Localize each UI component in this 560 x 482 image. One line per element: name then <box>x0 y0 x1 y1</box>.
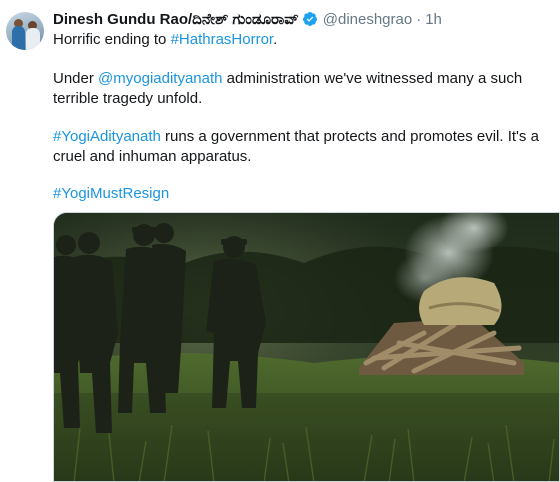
tweet-line-4: #YogiAdityanath runs a government that p… <box>53 127 539 147</box>
hashtag-link[interactable]: #YogiAdityanath <box>53 128 161 145</box>
verified-badge-icon <box>302 11 318 27</box>
tweet-line-6: #YogiMustResign <box>53 184 169 204</box>
tweet-line-2: Under @myogiadityanath administration we… <box>53 69 522 89</box>
tweet-line-5: cruel and inhuman apparatus. <box>53 147 251 167</box>
tweet-line-1: Horrific ending to #HathrasHorror. <box>53 30 277 50</box>
mention-link[interactable]: @myogiadityanath <box>98 70 222 87</box>
tweet-text: Horrific ending to <box>53 31 171 48</box>
tweet-line-3: terrible tragedy unfold. <box>53 89 202 109</box>
hashtag-link[interactable]: #HathrasHorror <box>171 31 274 48</box>
author-avatar[interactable] <box>6 12 44 50</box>
author-name[interactable]: Dinesh Gundu Rao/ದಿನೇಶ್ ಗುಂಡೂರಾವ್ <box>53 11 299 28</box>
tweet-timestamp[interactable]: 1h <box>425 11 442 28</box>
avatar-person-body <box>26 28 40 50</box>
tweet-text: . <box>273 31 278 48</box>
author-handle[interactable]: @dineshgrao <box>323 11 412 28</box>
tweet-media-image[interactable] <box>53 212 560 482</box>
tweet-text: administration we've witnessed many a su… <box>222 70 523 87</box>
tweet-text: cruel and inhuman apparatus. <box>53 148 252 165</box>
tweet-text: terrible tragedy unfold. <box>53 90 203 107</box>
night-cremation-photo <box>54 213 559 481</box>
tweet-text: Under <box>53 70 99 87</box>
avatar-person-body <box>12 26 25 50</box>
tweet-header: Dinesh Gundu Rao/ದಿನೇಶ್ ಗುಂಡೂರಾವ್ @dines… <box>53 9 442 29</box>
tweet-text: runs a government that protects and prom… <box>160 128 539 145</box>
separator-dot: · <box>416 10 422 28</box>
hashtag-link[interactable]: #YogiMustResign <box>53 185 169 202</box>
